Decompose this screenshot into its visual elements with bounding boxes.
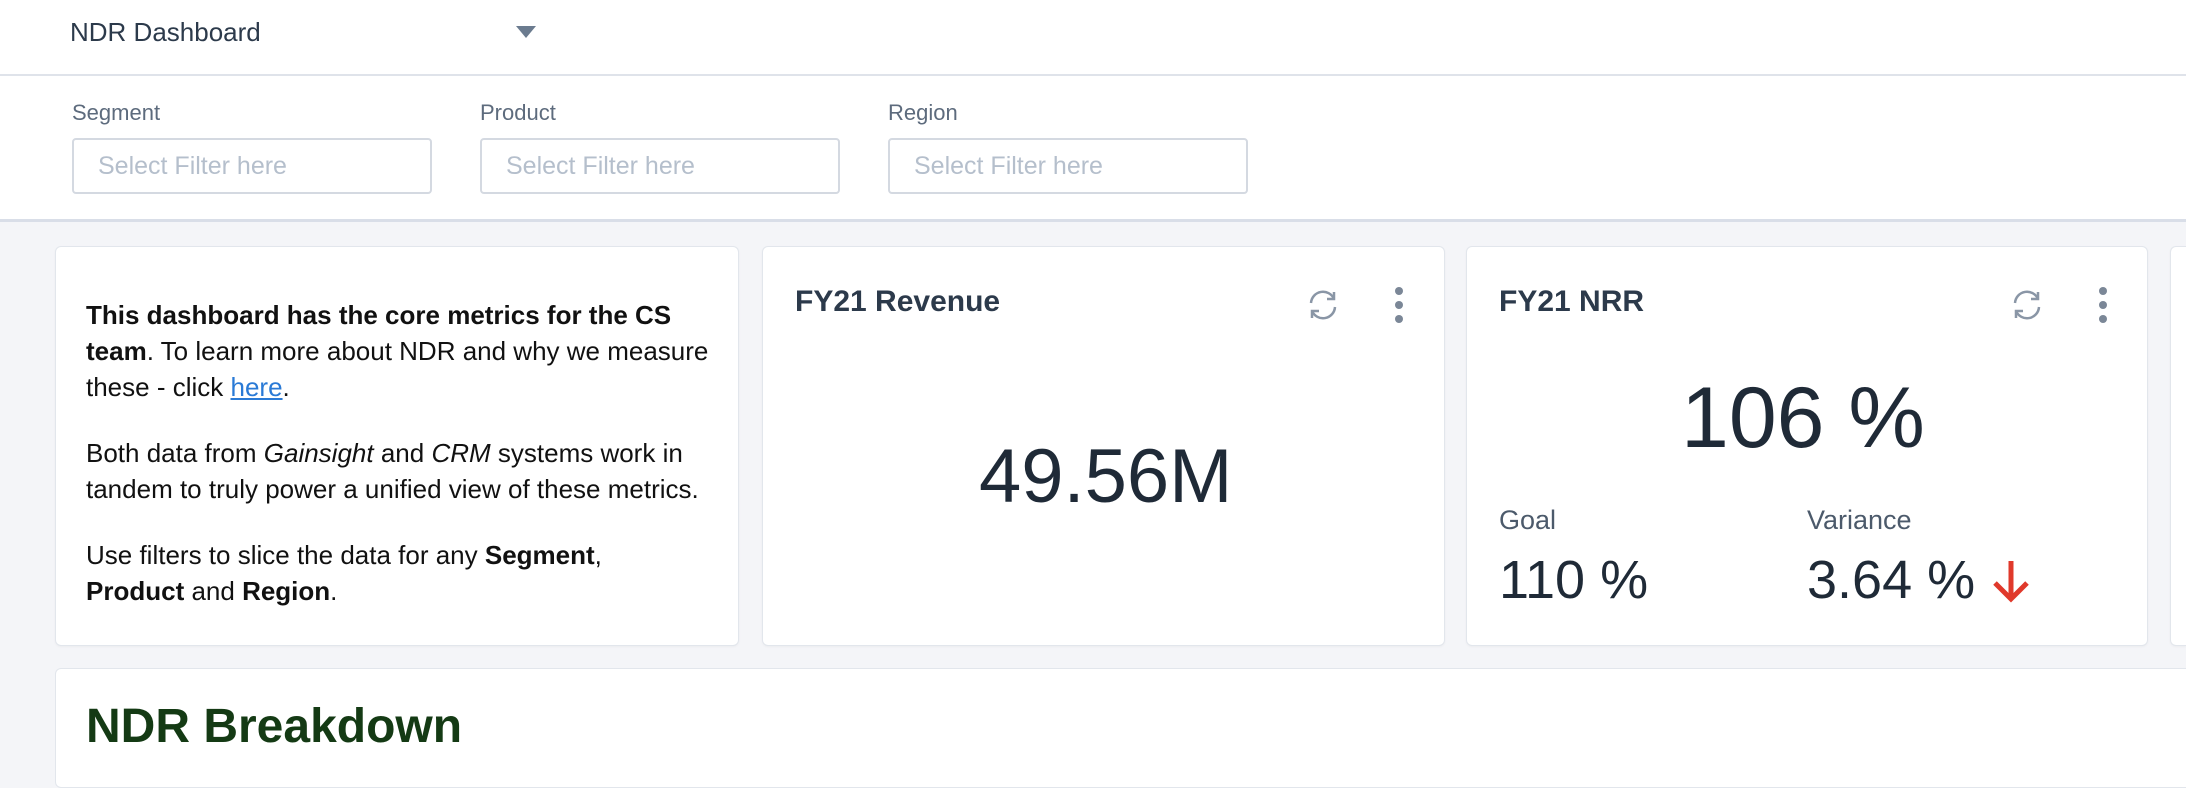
revenue-card-title: FY21 Revenue [795, 285, 1001, 318]
info-paragraph-2: Both data from Gainsight and CRM systems… [86, 435, 716, 507]
nrr-card-title: FY21 NRR [1499, 285, 1645, 318]
goal-label: Goal [1499, 505, 1557, 535]
filter-label-segment: Segment [72, 100, 161, 125]
arrow-down-icon [1993, 561, 2029, 603]
info-paragraph-3: Use filters to slice the data for any Se… [86, 537, 716, 609]
goal-value: 110 % [1499, 550, 1649, 610]
nrr-value: 106 % [1681, 370, 1925, 466]
learn-more-link[interactable]: here [231, 372, 283, 402]
info-region: Region [242, 576, 331, 606]
filter-segment: Segment [72, 100, 432, 194]
revenue-value: 49.56M [979, 434, 1233, 519]
segment-filter-input[interactable] [72, 138, 432, 194]
info-punct-3g: . [330, 576, 338, 606]
dashboard-selector[interactable]: NDR Dashboard [70, 14, 540, 50]
info-text-1: . To learn more about NDR and why we mea… [86, 336, 709, 402]
info-crm: CRM [431, 438, 491, 468]
filter-product: Product [480, 100, 840, 194]
section-title: NDR Breakdown [86, 700, 463, 753]
info-text-3e: and [184, 576, 243, 606]
refresh-icon[interactable] [1303, 285, 1343, 325]
info-text: This dashboard has the core metrics for … [86, 297, 716, 639]
info-punct-3: , [594, 540, 602, 570]
dashboard-name: NDR Dashboard [70, 16, 261, 47]
info-gainsight: Gainsight [263, 438, 374, 468]
info-punct-1: . [282, 372, 290, 402]
ndr-breakdown-card: NDR Breakdown [55, 668, 2186, 788]
filter-label-product: Product [480, 100, 556, 125]
info-card: This dashboard has the core metrics for … [55, 246, 739, 646]
refresh-icon[interactable] [2007, 285, 2047, 325]
chevron-down-icon[interactable] [516, 26, 536, 38]
info-text-2a: Both data from [86, 438, 264, 468]
info-text-3a: Use filters to slice the data for any [86, 540, 485, 570]
top-bar: NDR Dashboard [0, 0, 2186, 76]
filter-region: Region [888, 100, 1248, 194]
info-paragraph-1: This dashboard has the core metrics for … [86, 297, 716, 405]
nrr-card: FY21 NRR 106 % Goal 110 % Variance 3.64 … [1466, 246, 2148, 646]
variance-label: Variance [1807, 505, 1912, 535]
region-filter-input[interactable] [888, 138, 1248, 194]
more-options-icon[interactable] [2095, 285, 2111, 325]
info-segment: Segment [484, 540, 595, 570]
more-options-icon[interactable] [1391, 285, 1407, 325]
product-filter-input[interactable] [480, 138, 840, 194]
filter-label-region: Region [888, 100, 958, 125]
revenue-card: FY21 Revenue 49.56M [762, 246, 1445, 646]
next-card-partial [2170, 246, 2186, 646]
info-product: Product [86, 576, 185, 606]
info-text-2c: and [373, 438, 432, 468]
variance-value: 3.64 % [1807, 550, 1976, 610]
filter-bar: Segment Product Region [0, 76, 2186, 222]
